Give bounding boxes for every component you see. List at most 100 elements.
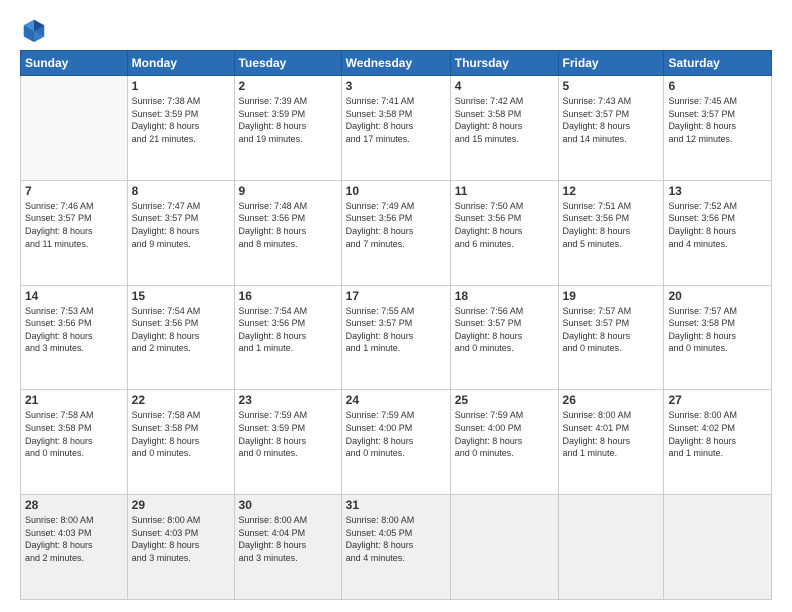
cell-info: Sunrise: 7:42 AM Sunset: 3:58 PM Dayligh… [455, 95, 554, 145]
week-row-3: 14 Sunrise: 7:53 AM Sunset: 3:56 PM Dayli… [21, 285, 772, 390]
cell-info: Sunrise: 7:52 AM Sunset: 3:56 PM Dayligh… [668, 200, 767, 250]
calendar-cell: 12Sunrise: 7:51 AM Sunset: 3:56 PM Dayli… [558, 180, 664, 285]
calendar-cell: 20 Sunrise: 7:57 AM Sunset: 3:58 PM Dayli… [664, 285, 772, 390]
page: SundayMondayTuesdayWednesdayThursdayFrid… [0, 0, 792, 612]
calendar-cell: 23 Sunrise: 7:59 AM Sunset: 3:59 PM Dayli… [234, 390, 341, 495]
day-number: 26 [563, 393, 660, 407]
calendar-cell: 7 Sunrise: 7:46 AM Sunset: 3:57 PM Daylig… [21, 180, 128, 285]
cell-info: Sunrise: 7:45 AM Sunset: 3:57 PM Dayligh… [668, 95, 767, 145]
calendar-cell: 17 Sunrise: 7:55 AM Sunset: 3:57 PM Dayli… [341, 285, 450, 390]
day-number: 30 [239, 498, 337, 512]
day-number: 7 [25, 184, 123, 198]
day-number: 6 [668, 79, 767, 93]
calendar-cell: 31 Sunrise: 8:00 AM Sunset: 4:05 PM Dayli… [341, 495, 450, 600]
logo [20, 16, 52, 44]
cell-info: Sunrise: 7:50 AM Sunset: 3:56 PM Dayligh… [455, 200, 554, 250]
calendar-header: SundayMondayTuesdayWednesdayThursdayFrid… [21, 51, 772, 76]
header-cell-monday: Monday [127, 51, 234, 76]
day-number: 19 [563, 289, 660, 303]
cell-info: Sunrise: 7:54 AM Sunset: 3:56 PM Dayligh… [132, 305, 230, 355]
header [20, 16, 772, 44]
cell-info: Sunrise: 7:57 AM Sunset: 3:57 PM Dayligh… [563, 305, 660, 355]
header-cell-sunday: Sunday [21, 51, 128, 76]
day-number: 11 [455, 184, 554, 198]
header-cell-saturday: Saturday [664, 51, 772, 76]
calendar-cell [558, 495, 664, 600]
calendar-cell: 19 Sunrise: 7:57 AM Sunset: 3:57 PM Dayli… [558, 285, 664, 390]
calendar-cell: 4 Sunrise: 7:42 AM Sunset: 3:58 PM Daylig… [450, 76, 558, 181]
day-number: 31 [346, 498, 446, 512]
cell-info: Sunrise: 7:51 AM Sunset: 3:56 PM Dayligh… [563, 200, 660, 250]
calendar-cell [21, 76, 128, 181]
cell-info: Sunrise: 7:38 AM Sunset: 3:59 PM Dayligh… [132, 95, 230, 145]
cell-info: Sunrise: 7:54 AM Sunset: 3:56 PM Dayligh… [239, 305, 337, 355]
cell-info: Sunrise: 8:00 AM Sunset: 4:01 PM Dayligh… [563, 409, 660, 459]
cell-info: Sunrise: 8:00 AM Sunset: 4:02 PM Dayligh… [668, 409, 767, 459]
calendar-cell [664, 495, 772, 600]
cell-info: Sunrise: 7:57 AM Sunset: 3:58 PM Dayligh… [668, 305, 767, 355]
calendar-cell: 3Sunrise: 7:41 AM Sunset: 3:58 PM Daylig… [341, 76, 450, 181]
calendar-cell: 10 Sunrise: 7:49 AM Sunset: 3:56 PM Dayli… [341, 180, 450, 285]
day-number: 29 [132, 498, 230, 512]
day-number: 23 [239, 393, 337, 407]
day-number: 5 [563, 79, 660, 93]
day-number: 27 [668, 393, 767, 407]
calendar-cell: 25 Sunrise: 7:59 AM Sunset: 4:00 PM Dayli… [450, 390, 558, 495]
calendar-cell: 16Sunrise: 7:54 AM Sunset: 3:56 PM Dayli… [234, 285, 341, 390]
day-number: 9 [239, 184, 337, 198]
header-cell-friday: Friday [558, 51, 664, 76]
cell-info: Sunrise: 8:00 AM Sunset: 4:03 PM Dayligh… [25, 514, 123, 564]
day-number: 1 [132, 79, 230, 93]
calendar-cell: 2Sunrise: 7:39 AM Sunset: 3:59 PM Daylig… [234, 76, 341, 181]
week-row-4: 21Sunrise: 7:58 AM Sunset: 3:58 PM Dayli… [21, 390, 772, 495]
cell-info: Sunrise: 7:47 AM Sunset: 3:57 PM Dayligh… [132, 200, 230, 250]
day-number: 24 [346, 393, 446, 407]
calendar-cell: 5 Sunrise: 7:43 AM Sunset: 3:57 PM Daylig… [558, 76, 664, 181]
calendar-cell: 24 Sunrise: 7:59 AM Sunset: 4:00 PM Dayli… [341, 390, 450, 495]
day-number: 20 [668, 289, 767, 303]
calendar-cell: 27 Sunrise: 8:00 AM Sunset: 4:02 PM Dayli… [664, 390, 772, 495]
calendar-cell: 21Sunrise: 7:58 AM Sunset: 3:58 PM Dayli… [21, 390, 128, 495]
day-number: 2 [239, 79, 337, 93]
day-number: 4 [455, 79, 554, 93]
calendar-cell: 15 Sunrise: 7:54 AM Sunset: 3:56 PM Dayli… [127, 285, 234, 390]
calendar-cell: 30 Sunrise: 8:00 AM Sunset: 4:04 PM Dayli… [234, 495, 341, 600]
cell-info: Sunrise: 7:49 AM Sunset: 3:56 PM Dayligh… [346, 200, 446, 250]
day-number: 15 [132, 289, 230, 303]
cell-info: Sunrise: 8:00 AM Sunset: 4:03 PM Dayligh… [132, 514, 230, 564]
cell-info: Sunrise: 7:55 AM Sunset: 3:57 PM Dayligh… [346, 305, 446, 355]
cell-info: Sunrise: 7:46 AM Sunset: 3:57 PM Dayligh… [25, 200, 123, 250]
cell-info: Sunrise: 7:59 AM Sunset: 4:00 PM Dayligh… [455, 409, 554, 459]
cell-info: Sunrise: 7:59 AM Sunset: 4:00 PM Dayligh… [346, 409, 446, 459]
calendar-cell [450, 495, 558, 600]
cell-info: Sunrise: 7:59 AM Sunset: 3:59 PM Dayligh… [239, 409, 337, 459]
cell-info: Sunrise: 7:53 AM Sunset: 3:56 PM Dayligh… [25, 305, 123, 355]
week-row-1: 1 Sunrise: 7:38 AM Sunset: 3:59 PM Daylig… [21, 76, 772, 181]
calendar-cell: 22 Sunrise: 7:58 AM Sunset: 3:58 PM Dayli… [127, 390, 234, 495]
calendar-cell: 14 Sunrise: 7:53 AM Sunset: 3:56 PM Dayli… [21, 285, 128, 390]
day-number: 13 [668, 184, 767, 198]
day-number: 14 [25, 289, 123, 303]
day-number: 22 [132, 393, 230, 407]
cell-info: Sunrise: 7:56 AM Sunset: 3:57 PM Dayligh… [455, 305, 554, 355]
cell-info: Sunrise: 8:00 AM Sunset: 4:05 PM Dayligh… [346, 514, 446, 564]
day-number: 8 [132, 184, 230, 198]
day-number: 17 [346, 289, 446, 303]
calendar-cell: 11 Sunrise: 7:50 AM Sunset: 3:56 PM Dayli… [450, 180, 558, 285]
calendar-cell: 29 Sunrise: 8:00 AM Sunset: 4:03 PM Dayli… [127, 495, 234, 600]
day-number: 25 [455, 393, 554, 407]
week-row-5: 28 Sunrise: 8:00 AM Sunset: 4:03 PM Dayli… [21, 495, 772, 600]
cell-info: Sunrise: 7:58 AM Sunset: 3:58 PM Dayligh… [132, 409, 230, 459]
cell-info: Sunrise: 7:43 AM Sunset: 3:57 PM Dayligh… [563, 95, 660, 145]
calendar-cell: 28 Sunrise: 8:00 AM Sunset: 4:03 PM Dayli… [21, 495, 128, 600]
calendar-cell: 26 Sunrise: 8:00 AM Sunset: 4:01 PM Dayli… [558, 390, 664, 495]
calendar-body: 1 Sunrise: 7:38 AM Sunset: 3:59 PM Daylig… [21, 76, 772, 600]
day-number: 18 [455, 289, 554, 303]
day-number: 10 [346, 184, 446, 198]
calendar-cell: 1 Sunrise: 7:38 AM Sunset: 3:59 PM Daylig… [127, 76, 234, 181]
cell-info: Sunrise: 7:48 AM Sunset: 3:56 PM Dayligh… [239, 200, 337, 250]
cell-info: Sunrise: 7:41 AM Sunset: 3:58 PM Dayligh… [346, 95, 446, 145]
day-number: 28 [25, 498, 123, 512]
cell-info: Sunrise: 8:00 AM Sunset: 4:04 PM Dayligh… [239, 514, 337, 564]
header-cell-wednesday: Wednesday [341, 51, 450, 76]
